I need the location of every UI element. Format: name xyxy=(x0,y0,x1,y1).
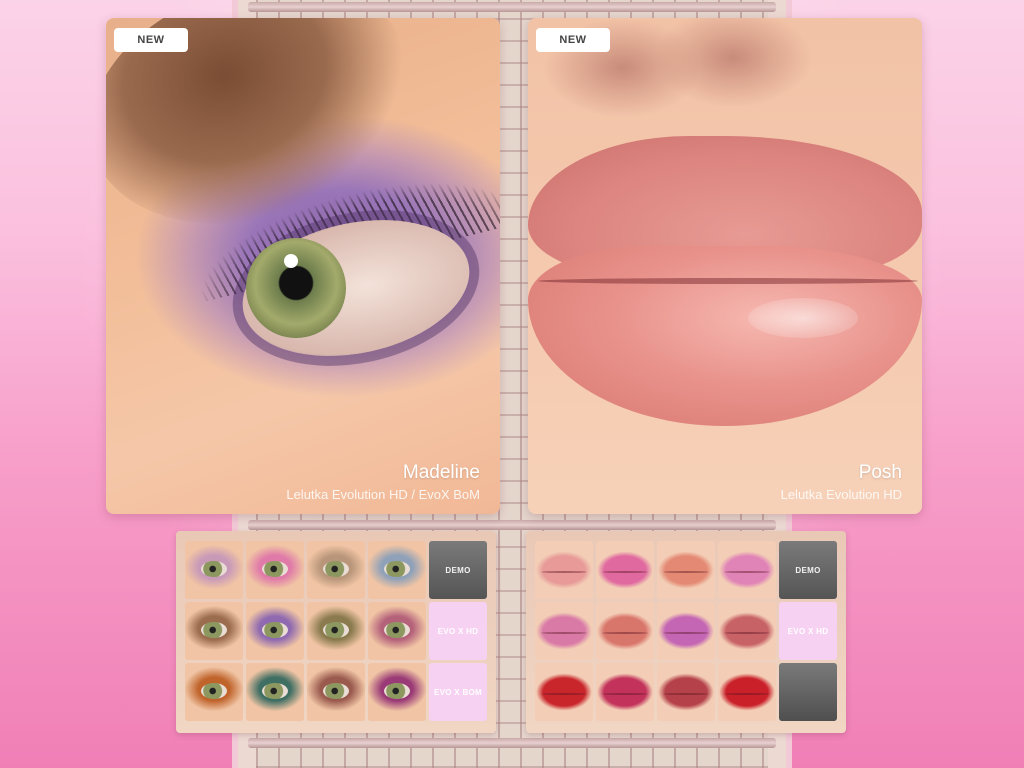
product-compatibility: Lelutka Evolution HD xyxy=(780,487,902,502)
demo-button[interactable]: DEMO xyxy=(779,541,837,599)
eyeshadow-swatch[interactable] xyxy=(185,602,243,660)
eyeshadow-swatch[interactable] xyxy=(246,663,304,721)
rack-bar xyxy=(248,2,776,12)
lipstick-swatch[interactable] xyxy=(596,663,654,721)
lipstick-swatch-grid: DEMO EVO X HD xyxy=(535,541,837,721)
product-card-madeline[interactable]: NEW Madeline Lelutka Evolution HD / EvoX… xyxy=(106,18,500,514)
eyeshadow-swatch[interactable] xyxy=(368,541,426,599)
new-badge: NEW xyxy=(114,28,188,52)
eyeshadow-swatch-panel: DEMO EVO X HD EVO X BOM xyxy=(176,531,496,733)
eyeshadow-swatch[interactable] xyxy=(307,663,365,721)
eyeshadow-swatch[interactable] xyxy=(185,663,243,721)
new-badge: NEW xyxy=(536,28,610,52)
lipstick-swatch[interactable] xyxy=(718,602,776,660)
evo-x-hd-button[interactable]: EVO X HD xyxy=(779,602,837,660)
product-card-posh[interactable]: NEW Posh Lelutka Evolution HD xyxy=(528,18,922,514)
rack-bar xyxy=(248,520,776,530)
demo-button[interactable]: DEMO xyxy=(429,541,487,599)
lipstick-swatch[interactable] xyxy=(535,663,593,721)
evo-x-hd-button[interactable]: EVO X HD xyxy=(429,602,487,660)
product-name: Madeline xyxy=(402,462,480,483)
blank-tile xyxy=(779,663,837,721)
iris-art xyxy=(246,238,346,338)
iris-highlight xyxy=(284,254,298,268)
lipstick-swatch[interactable] xyxy=(596,602,654,660)
lipstick-swatch-panel: DEMO EVO X HD xyxy=(526,531,846,733)
lipstick-swatch[interactable] xyxy=(718,541,776,599)
eyeshadow-swatch[interactable] xyxy=(368,663,426,721)
eyeshadow-swatch[interactable] xyxy=(307,602,365,660)
lipstick-swatch[interactable] xyxy=(535,602,593,660)
lipstick-swatch[interactable] xyxy=(657,541,715,599)
eyeshadow-swatch[interactable] xyxy=(246,602,304,660)
rack-bar xyxy=(248,738,776,748)
eyeshadow-swatch-grid: DEMO EVO X HD EVO X BOM xyxy=(185,541,487,721)
evo-x-bom-button[interactable]: EVO X BOM xyxy=(429,663,487,721)
lipstick-swatch[interactable] xyxy=(596,541,654,599)
lip-line-art xyxy=(538,278,918,284)
lipstick-swatch[interactable] xyxy=(535,541,593,599)
product-compatibility: Lelutka Evolution HD / EvoX BoM xyxy=(286,487,480,502)
eyeshadow-swatch[interactable] xyxy=(185,541,243,599)
lipstick-swatch[interactable] xyxy=(718,663,776,721)
eyeshadow-swatch[interactable] xyxy=(307,541,365,599)
eyeshadow-swatch[interactable] xyxy=(368,602,426,660)
product-name: Posh xyxy=(858,462,902,483)
lipstick-swatch[interactable] xyxy=(657,663,715,721)
lip-gloss-highlight xyxy=(748,298,858,338)
lipstick-swatch[interactable] xyxy=(657,602,715,660)
eyeshadow-swatch[interactable] xyxy=(246,541,304,599)
